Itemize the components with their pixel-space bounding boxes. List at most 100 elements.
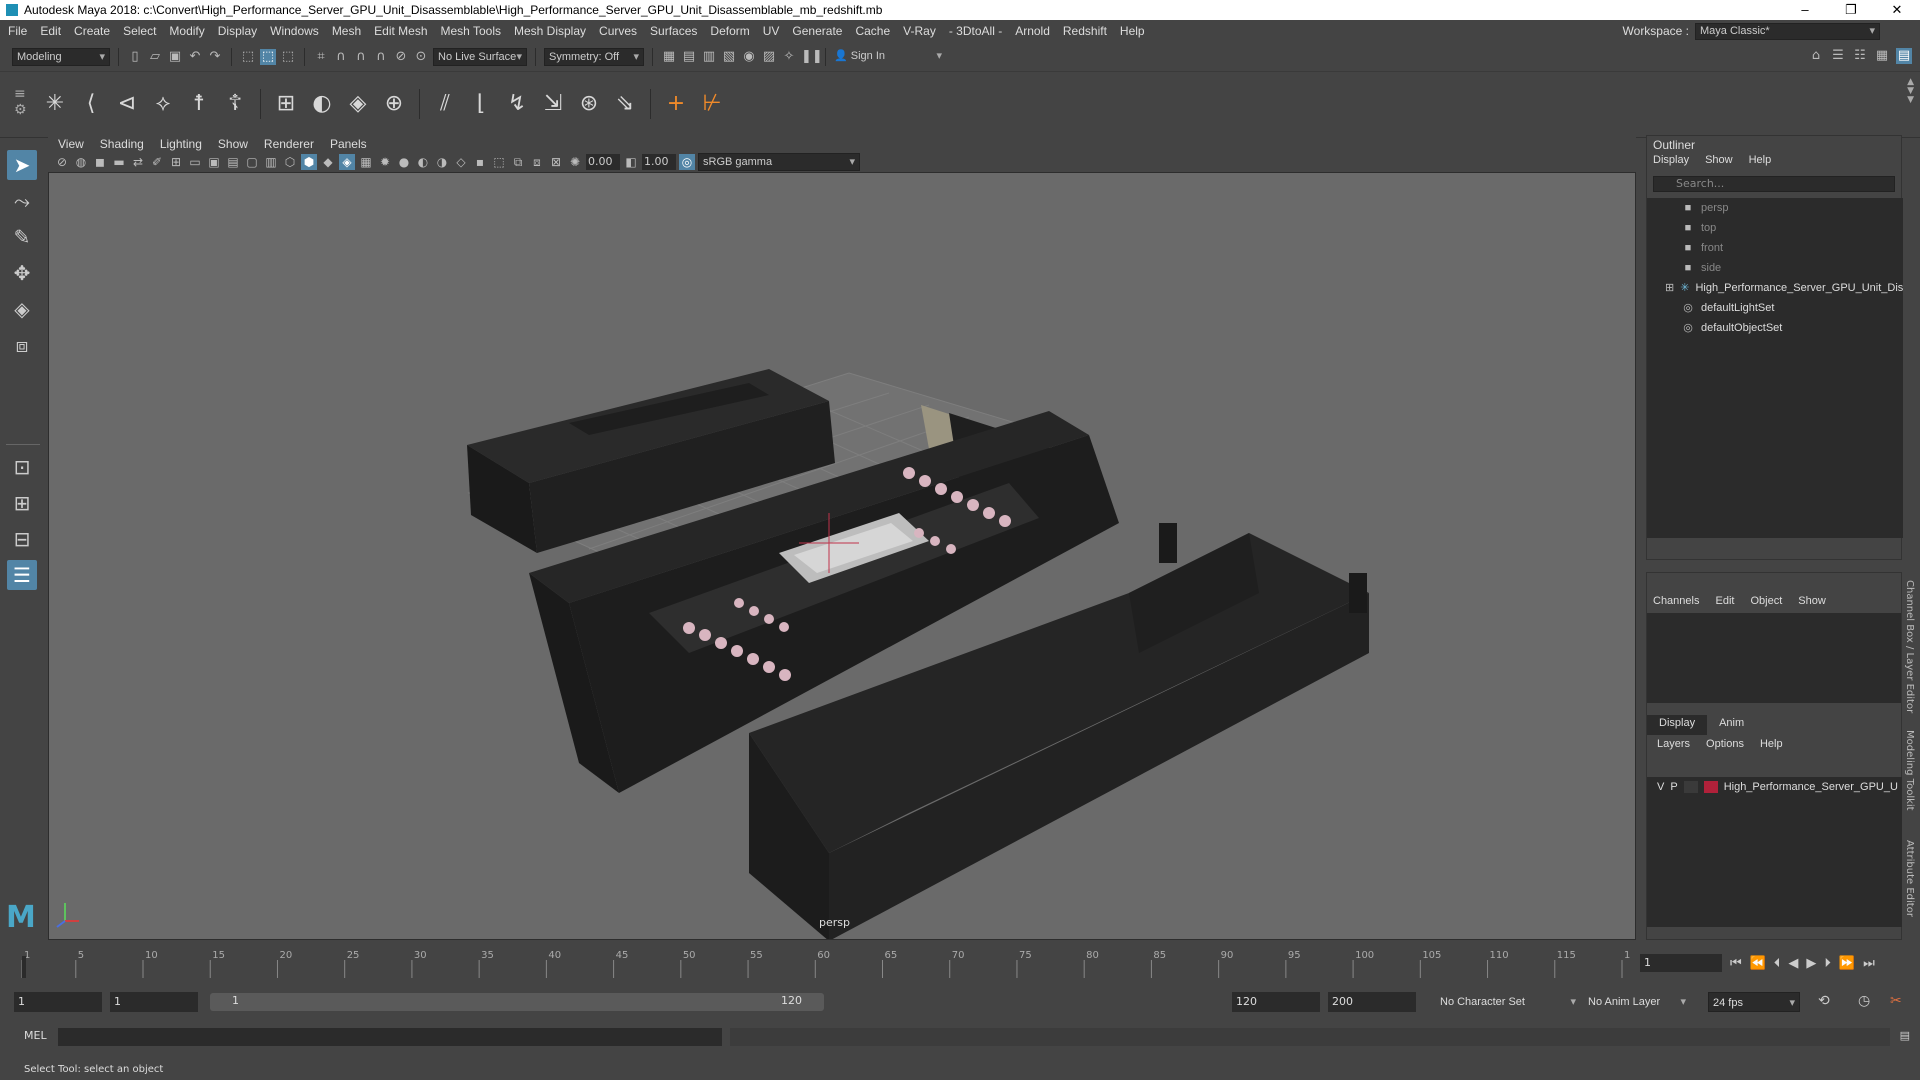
outliner-search-input[interactable]: Search... (1653, 176, 1895, 192)
layer-playback-toggle[interactable]: P (1670, 781, 1677, 793)
exposure-field[interactable]: 0.00 (586, 154, 620, 170)
wrap-icon[interactable]: ◈ (343, 89, 373, 119)
menu-mesh-tools[interactable]: Mesh Tools (441, 24, 501, 38)
menu-3dtoall[interactable]: - 3DtoAll - (949, 24, 1002, 38)
menu-modify[interactable]: Modify (169, 24, 204, 38)
go-to-end-icon[interactable]: ⏭ (1863, 956, 1875, 971)
outliner-item-default-object-set[interactable]: ◎ defaultObjectSet (1647, 318, 1903, 338)
tab-display[interactable]: Display (1647, 715, 1708, 735)
humanik-icon[interactable]: ☨ (184, 89, 214, 119)
layer-visibility-toggle[interactable]: V (1657, 781, 1664, 793)
constraint-point-icon[interactable]: ⫽ (430, 89, 460, 119)
color-management-icon[interactable]: ◎ (679, 154, 695, 170)
outliner-item-persp[interactable]: ■ persp (1647, 198, 1903, 218)
use-all-lights-icon[interactable]: ✹ (377, 154, 393, 170)
open-scene-icon[interactable]: ▱ (147, 49, 163, 65)
use-default-material-icon[interactable]: ◆ (320, 154, 336, 170)
panel-menu-shading[interactable]: Shading (100, 137, 144, 151)
menu-deform[interactable]: Deform (710, 24, 749, 38)
camera-attributes-icon[interactable]: ◍ (73, 154, 89, 170)
gamma-field[interactable]: 1.00 (642, 154, 676, 170)
character-set-dropdown[interactable]: No Character Set (1436, 992, 1580, 1012)
set-key-icon[interactable]: ⊬ (697, 89, 727, 119)
anim-layer-dropdown[interactable]: No Anim Layer (1584, 992, 1690, 1012)
xray-joints-icon[interactable]: ⊠ (548, 154, 564, 170)
screen-space-ao-icon[interactable]: ◐ (415, 154, 431, 170)
menu-redshift[interactable]: Redshift (1063, 24, 1107, 38)
panel-menu-panels[interactable]: Panels (330, 137, 367, 151)
save-scene-icon[interactable]: ▣ (167, 49, 183, 65)
symmetry-dropdown[interactable]: Symmetry: Off (544, 47, 644, 66)
channel-object-menu[interactable]: Object (1750, 595, 1782, 607)
outliner-menu-help[interactable]: Help (1749, 154, 1772, 170)
perspective-viewport[interactable]: persp (48, 172, 1636, 940)
depth-of-field-icon[interactable]: ▪ (472, 154, 488, 170)
snap-view-plane-icon[interactable]: ∩ (373, 49, 389, 65)
xray-active-icon[interactable]: ⧈ (529, 154, 545, 170)
auto-key-icon[interactable]: ◷ (1858, 993, 1870, 1009)
select-hierarchy-icon[interactable]: ⬚ (240, 49, 256, 65)
isolate-select-icon[interactable]: ⬚ (491, 154, 507, 170)
cluster-icon[interactable]: ⊞ (271, 89, 301, 119)
menu-windows[interactable]: Windows (270, 24, 319, 38)
lattice-icon[interactable]: ◐ (307, 89, 337, 119)
view-transform-dropdown[interactable]: sRGB gamma (698, 153, 860, 171)
panel-menu-renderer[interactable]: Renderer (264, 137, 314, 151)
menu-display[interactable]: Display (218, 24, 257, 38)
ik-handle-icon[interactable]: ⟨ (76, 89, 106, 119)
paint-select-tool-icon[interactable]: ✎ (7, 222, 37, 252)
camera-select-icon[interactable]: ⊘ (54, 154, 70, 170)
layer-type-box[interactable] (1683, 781, 1698, 793)
close-button[interactable]: ✕ (1874, 0, 1920, 20)
ik-spline-icon[interactable]: ⊲ (112, 89, 142, 119)
new-scene-icon[interactable]: ▯ (127, 49, 143, 65)
time-slider[interactable]: 1 5 10 15 20 25 30 35 40 45 50 55 60 65 70 75 80 85 90 95 10… (20, 948, 1630, 978)
menu-edit[interactable]: Edit (40, 24, 61, 38)
xray-icon[interactable]: ⧉ (510, 154, 526, 170)
skeleton-icon[interactable]: ☦ (220, 89, 250, 119)
scale-tool-icon[interactable]: ⧈ (7, 330, 37, 360)
menu-cache[interactable]: Cache (855, 24, 890, 38)
exposure-icon[interactable]: ✺ (567, 154, 583, 170)
two-view-layout-icon[interactable]: ⊟ (7, 524, 37, 554)
hypershade-icon[interactable]: ◉ (741, 49, 757, 65)
anti-aliasing-icon[interactable]: ◇ (453, 154, 469, 170)
layers-menu[interactable]: Layers (1657, 738, 1690, 750)
move-tool-icon[interactable]: ✥ (7, 258, 37, 288)
safe-title-icon[interactable]: ▥ (263, 154, 279, 170)
panel-menu-lighting[interactable]: Lighting (160, 137, 202, 151)
layer-editor-icon[interactable]: ▤ (1896, 48, 1912, 64)
modeling-toolkit-icon[interactable]: ⌂ (1808, 48, 1824, 64)
current-time-marker[interactable] (22, 956, 26, 978)
ipr-render-icon[interactable]: ▥ (701, 49, 717, 65)
outliner-item-gpu-group[interactable]: ⊞ ✳ High_Performance_Server_GPU_Unit_Dis (1647, 278, 1903, 298)
fps-dropdown[interactable]: 24 fps (1708, 992, 1800, 1013)
outliner-item-front[interactable]: ■ front (1647, 238, 1903, 258)
wireframe-icon[interactable]: ⬡ (282, 154, 298, 170)
grease-pencil-icon[interactable]: ✐ (149, 154, 165, 170)
side-tab-attribute-editor[interactable]: Attribute Editor (1904, 840, 1915, 917)
loop-icon[interactable]: ⟲ (1818, 993, 1830, 1009)
four-view-layout-icon[interactable]: ⊞ (7, 488, 37, 518)
two-d-pan-icon[interactable]: ⇄ (130, 154, 146, 170)
layer-row[interactable]: V P High_Performance_Server_GPU_U (1647, 777, 1903, 797)
menu-file[interactable]: File (8, 24, 27, 38)
constraint-parent-icon[interactable]: ⊛ (574, 89, 604, 119)
textured-icon[interactable]: ▦ (358, 154, 374, 170)
menu-select[interactable]: Select (123, 24, 156, 38)
render-frame-icon[interactable]: ▤ (681, 49, 697, 65)
shadows-icon[interactable]: ● (396, 154, 412, 170)
redo-icon[interactable]: ↷ (207, 49, 223, 65)
panel-menu-show[interactable]: Show (218, 137, 248, 151)
motion-blur-icon[interactable]: ◑ (434, 154, 450, 170)
channel-box-icon[interactable]: ▦ (1874, 48, 1890, 64)
field-chart-icon[interactable]: ▤ (225, 154, 241, 170)
menu-set-dropdown[interactable]: Modeling (12, 47, 110, 66)
shelf-scroll-icon[interactable]: ▲ ▼ ▼ (1907, 78, 1914, 105)
rotate-tool-icon[interactable]: ◈ (7, 294, 37, 324)
locator-icon[interactable]: + (661, 89, 691, 119)
current-frame-field[interactable]: 1 (1640, 954, 1722, 972)
sculpt-deformer-icon[interactable]: ⊕ (379, 89, 409, 119)
outliner-item-top[interactable]: ■ top (1647, 218, 1903, 238)
menu-edit-mesh[interactable]: Edit Mesh (374, 24, 427, 38)
